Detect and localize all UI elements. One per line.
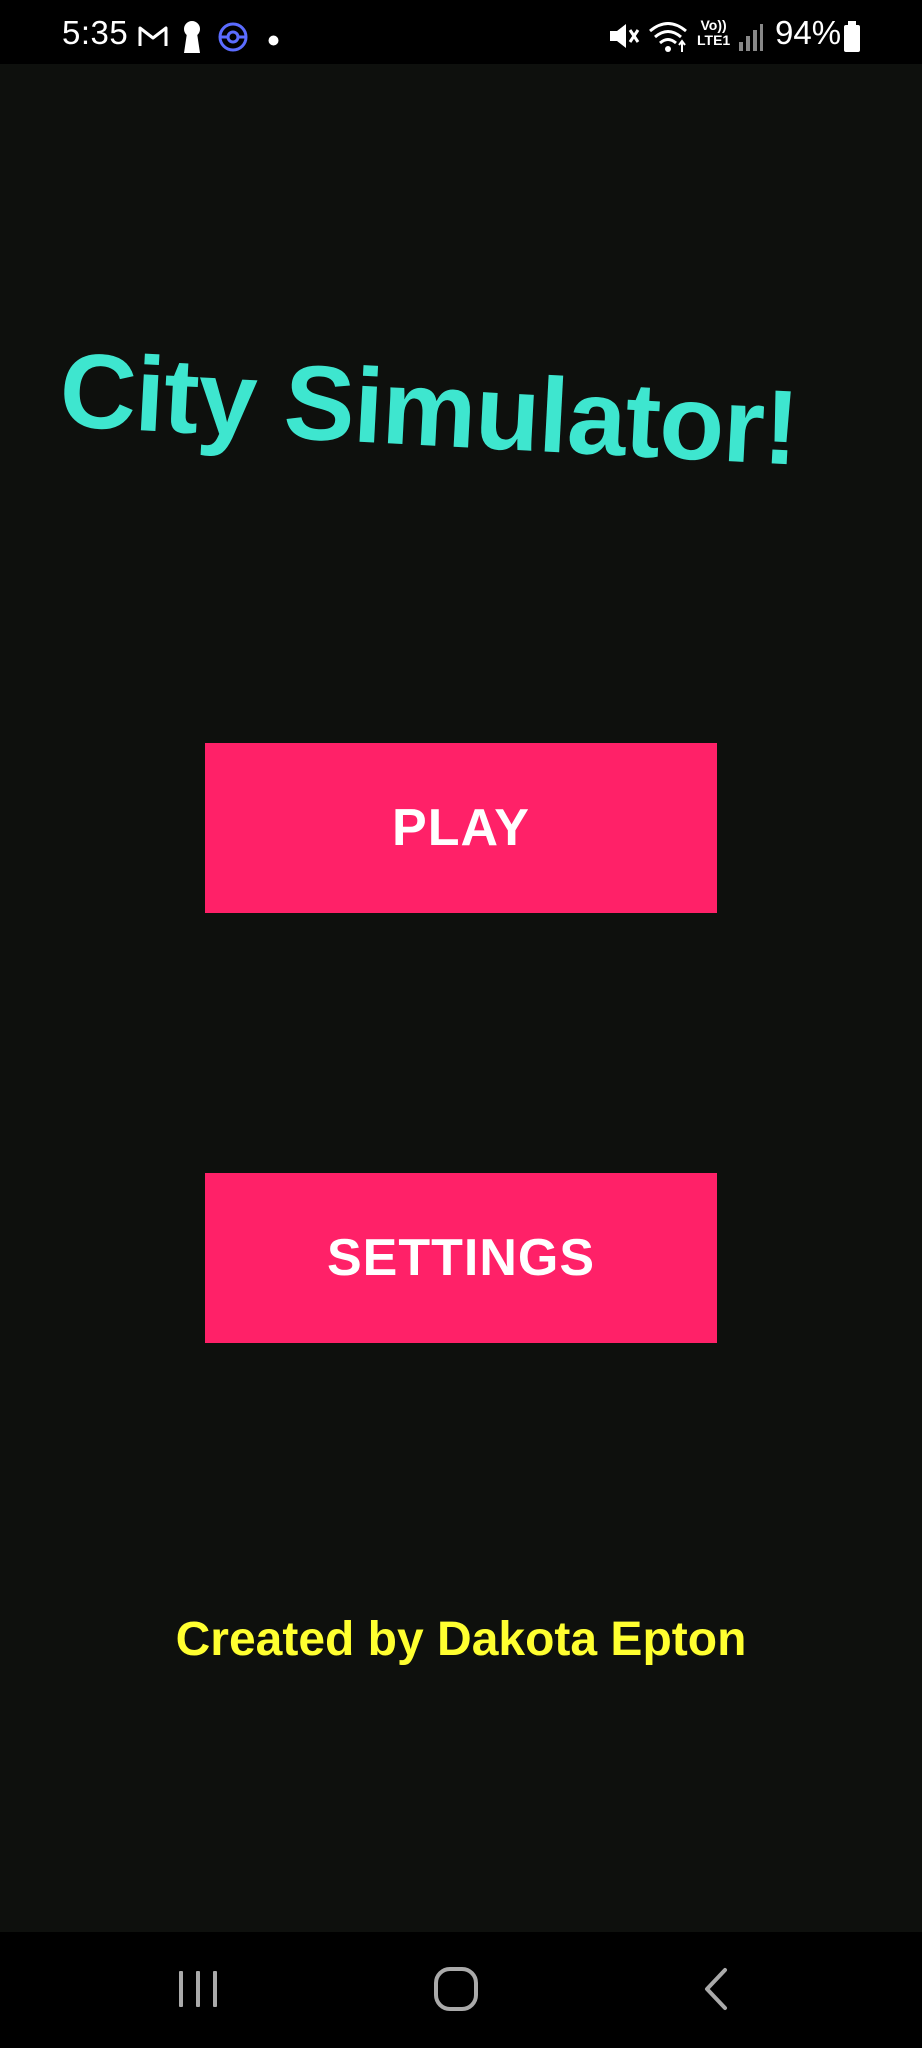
- app-title: City Simulator!: [56, 331, 801, 488]
- battery-icon: [843, 21, 861, 58]
- notification-dot-icon: [268, 33, 279, 51]
- network-label: Vo)) LTE1: [697, 17, 731, 48]
- mute-icon: [607, 21, 641, 56]
- pokeball-icon: [217, 21, 249, 58]
- navigation-bar: [0, 1932, 922, 2048]
- keyhole-icon: [181, 20, 203, 59]
- play-button[interactable]: PLAY: [205, 743, 717, 913]
- back-icon: [701, 1967, 731, 2016]
- battery-percent: 94%: [775, 14, 842, 51]
- home-icon: [433, 1966, 479, 2017]
- gmail-icon: [137, 24, 169, 53]
- settings-button[interactable]: SETTINGS: [205, 1173, 717, 1343]
- signal-icon: [738, 22, 764, 57]
- wifi-icon: [648, 20, 688, 59]
- recents-button[interactable]: [158, 1956, 238, 2026]
- status-time: 5:35: [62, 14, 129, 51]
- status-bar: 5:35 Vo)) LTE1 94%: [0, 0, 922, 64]
- network-type: Vo)) LTE1: [697, 18, 730, 48]
- back-button[interactable]: [676, 1956, 756, 2026]
- home-button[interactable]: [416, 1956, 496, 2026]
- credit-text: Created by Dakota Epton: [175, 1613, 747, 1666]
- recents-icon: [176, 1969, 220, 2014]
